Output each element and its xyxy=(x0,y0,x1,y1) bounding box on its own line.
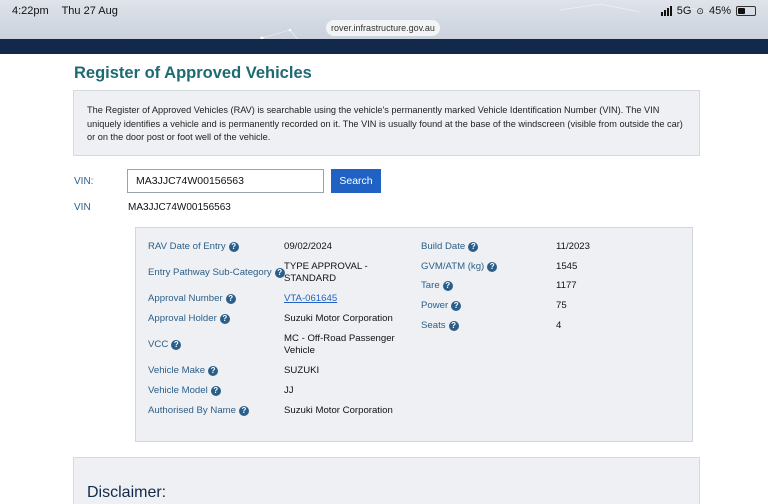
detail-value-vcc: MC - Off-Road Passenger Vehicle xyxy=(284,333,395,356)
intro-text: The Register of Approved Vehicles (RAV) … xyxy=(87,105,683,143)
detail-value-entry-pathway: TYPE APPROVAL - STANDARD xyxy=(284,261,368,284)
detail-value-vehicle-model: JJ xyxy=(284,385,294,396)
detail-label-tare: Tare? xyxy=(421,280,453,292)
vin-search-label: VIN: xyxy=(74,176,94,187)
vehicle-details-panel: RAV Date of Entry? 09/02/2024 Entry Path… xyxy=(135,227,693,442)
detail-value-gvm-atm: 1545 xyxy=(556,261,578,272)
status-battery-percent: 45% xyxy=(708,5,731,17)
help-icon[interactable]: ? xyxy=(451,301,462,311)
detail-label-gvm-atm: GVM/ATM (kg)? xyxy=(421,261,498,273)
detail-value-build-date: 11/2023 xyxy=(556,241,590,252)
help-icon[interactable]: ? xyxy=(228,242,239,252)
disclaimer-panel xyxy=(73,457,700,504)
battery-icon xyxy=(736,6,756,16)
detail-label-authorised-by: Authorised By Name? xyxy=(148,405,249,417)
detail-label-entry-pathway: Entry Pathway Sub-Category? xyxy=(148,267,285,279)
help-icon[interactable]: ? xyxy=(219,314,230,324)
help-icon[interactable]: ? xyxy=(225,294,236,304)
detail-value-authorised-by: Suzuki Motor Corporation xyxy=(284,405,393,416)
detail-label-vehicle-model: Vehicle Model? xyxy=(148,385,221,397)
location-arrow-icon: ⊙ xyxy=(696,5,704,16)
result-vin-label: VIN xyxy=(74,202,91,213)
detail-label-vcc: VCC? xyxy=(148,339,182,351)
url-text: rover.infrastructure.gov.au xyxy=(331,23,435,33)
help-icon[interactable]: ? xyxy=(238,406,249,416)
status-bar: 4:22pm Thu 27 Aug 5G ⊙ 45% xyxy=(0,0,768,22)
help-icon[interactable]: ? xyxy=(468,242,479,252)
approval-number-link[interactable]: VTA-061645 xyxy=(284,293,337,305)
search-button[interactable]: Search xyxy=(331,169,381,193)
detail-value-tare: 1177 xyxy=(556,280,577,291)
url-bar[interactable]: rover.infrastructure.gov.au xyxy=(326,20,440,36)
detail-value-seats: 4 xyxy=(556,320,562,331)
detail-label-build-date: Build Date? xyxy=(421,241,479,253)
status-network: 5G xyxy=(676,5,692,17)
detail-value-rav-date: 09/02/2024 xyxy=(284,241,333,252)
help-icon[interactable]: ? xyxy=(210,386,221,396)
help-icon[interactable]: ? xyxy=(442,281,453,291)
help-icon[interactable]: ? xyxy=(171,340,182,350)
detail-label-vehicle-make: Vehicle Make? xyxy=(148,365,219,377)
detail-label-rav-date: RAV Date of Entry? xyxy=(148,241,239,253)
status-time: 4:22pm xyxy=(12,5,49,17)
help-icon[interactable]: ? xyxy=(448,321,459,331)
detail-value-approval-holder: Suzuki Motor Corporation xyxy=(284,313,393,324)
page-title: Register of Approved Vehicles xyxy=(74,64,312,82)
detail-value-power: 75 xyxy=(556,300,567,311)
help-icon[interactable]: ? xyxy=(208,366,219,376)
detail-value-vehicle-make: SUZUKI xyxy=(284,365,320,376)
signal-bars-icon xyxy=(660,6,672,16)
help-icon[interactable]: ? xyxy=(487,262,498,272)
vin-search-input[interactable] xyxy=(127,169,324,193)
detail-label-approval-holder: Approval Holder? xyxy=(148,313,230,325)
disclaimer-title: Disclaimer: xyxy=(87,484,167,501)
detail-label-seats: Seats? xyxy=(421,320,459,332)
detail-label-power: Power? xyxy=(421,300,462,312)
status-date: Thu 27 Aug xyxy=(61,5,118,17)
result-vin-value: MA3JJC74W00156563 xyxy=(128,202,231,213)
detail-label-approval-number: Approval Number? xyxy=(148,293,236,305)
intro-panel: The Register of Approved Vehicles (RAV) … xyxy=(73,90,700,156)
navbar-strip xyxy=(0,39,768,54)
